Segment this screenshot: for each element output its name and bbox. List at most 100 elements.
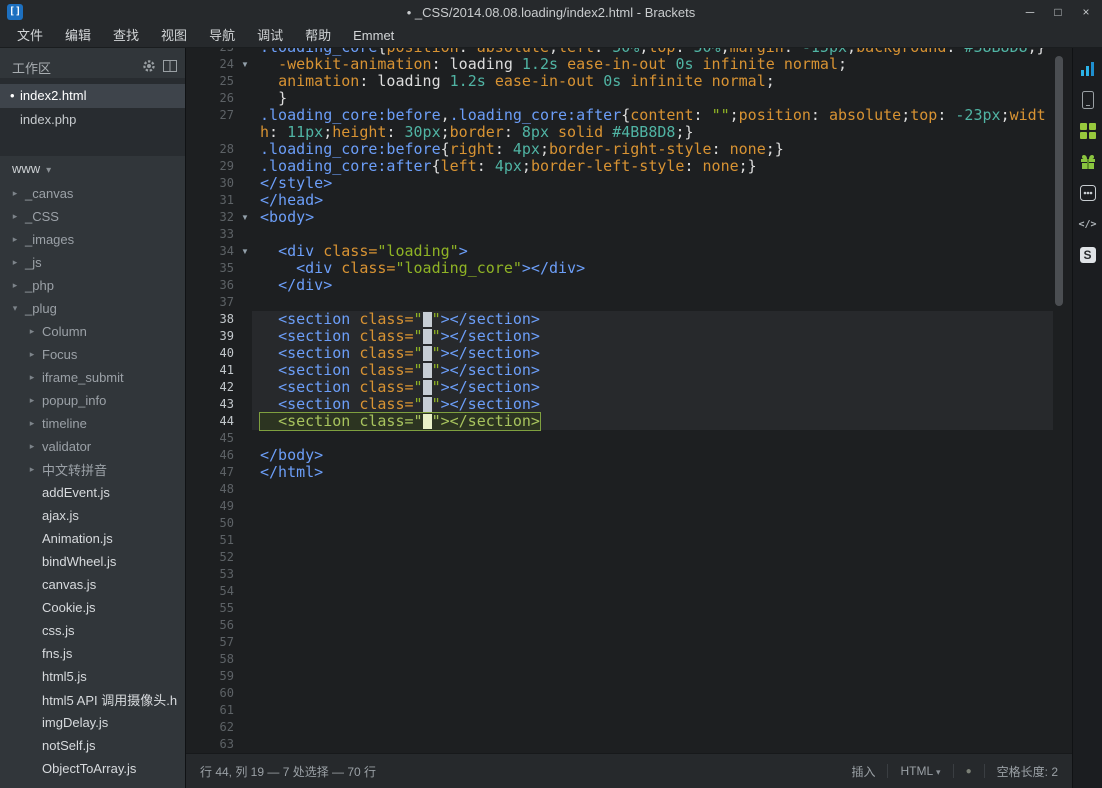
insert-mode-indicator[interactable]: 插入 [851, 763, 875, 780]
code-line[interactable]: 25 animation: loading 1.2s ease-in-out 0… [186, 73, 1072, 90]
code-line[interactable]: 63 [186, 736, 1072, 753]
disclosure-triangle-icon[interactable]: ▸ [27, 418, 37, 429]
code-line[interactable]: 38 <section class=""></section> [186, 311, 1072, 328]
menu-navigate[interactable]: 导航 [198, 24, 246, 48]
code-line[interactable]: 33 [186, 226, 1072, 243]
indent-value[interactable]: 2 [1051, 765, 1058, 779]
code-line[interactable]: 34▼ <div class="loading"> [186, 243, 1072, 260]
tree-folder-item[interactable]: ▸_images [0, 228, 185, 251]
tree-folder-item[interactable]: ▸iframe_submit [0, 366, 185, 389]
code-line[interactable]: 46</body> [186, 447, 1072, 464]
tree-folder-item[interactable]: ▾_plug [0, 297, 185, 320]
code-line[interactable]: 37 [186, 294, 1072, 311]
tree-file-item[interactable]: ajax.js [0, 504, 185, 527]
menu-debug[interactable]: 调试 [246, 24, 294, 48]
scrollbar-thumb[interactable] [1055, 56, 1063, 306]
menu-help[interactable]: 帮助 [294, 24, 342, 48]
working-file-item[interactable]: index.php [0, 108, 185, 132]
code-tag-icon[interactable]: </> [1079, 215, 1097, 233]
menu-find[interactable]: 查找 [102, 24, 150, 48]
code-line[interactable]: 32▼<body> [186, 209, 1072, 226]
tree-file-item[interactable]: ObjectToArray.js [0, 757, 185, 780]
tree-file-item[interactable]: addEvent.js [0, 481, 185, 504]
tree-folder-item[interactable]: ▸_php [0, 274, 185, 297]
tree-folder-item[interactable]: ▸popup_info [0, 389, 185, 412]
disclosure-triangle-icon[interactable]: ▸ [10, 188, 20, 199]
tree-file-item[interactable]: fns.js [0, 642, 185, 665]
tree-file-item[interactable]: Animation.js [0, 527, 185, 550]
chart-icon[interactable] [1079, 60, 1097, 78]
disclosure-triangle-icon[interactable]: ▸ [10, 280, 20, 291]
menu-emmet[interactable]: Emmet [342, 24, 405, 48]
tree-file-item[interactable]: html5.js [0, 665, 185, 688]
code-line[interactable]: 27.loading_core:before,.loading_core:aft… [186, 107, 1072, 141]
minimize-button[interactable]: ─ [1016, 0, 1044, 24]
code-line[interactable]: 45 [186, 430, 1072, 447]
code-line[interactable]: 59 [186, 668, 1072, 685]
menu-edit[interactable]: 编辑 [54, 24, 102, 48]
code-line[interactable]: 43 <section class=""></section> [186, 396, 1072, 413]
tree-folder-item[interactable]: ▸timeline [0, 412, 185, 435]
gift-icon[interactable] [1079, 153, 1097, 171]
tree-folder-item[interactable]: ▸_canvas [0, 182, 185, 205]
close-button[interactable]: × [1072, 0, 1100, 24]
disclosure-triangle-icon[interactable]: ▸ [10, 211, 20, 222]
editor-scrollbar[interactable] [1053, 48, 1065, 753]
code-line[interactable]: 35 <div class="loading_core"></div> [186, 260, 1072, 277]
code-line[interactable]: 26 } [186, 90, 1072, 107]
code-line[interactable]: 58 [186, 651, 1072, 668]
code-line[interactable]: 44 <section class=""></section> [186, 413, 1072, 430]
code-line[interactable]: 24▼ -webkit-animation: loading 1.2s ease… [186, 56, 1072, 73]
code-line[interactable]: 40 <section class=""></section> [186, 345, 1072, 362]
tree-folder-item[interactable]: ▸_CSS [0, 205, 185, 228]
phone-icon[interactable] [1079, 91, 1097, 109]
disclosure-triangle-icon[interactable]: ▸ [27, 349, 37, 360]
fold-arrow-icon[interactable]: ▼ [238, 56, 252, 73]
code-line[interactable]: 50 [186, 515, 1072, 532]
code-line[interactable]: 47</html> [186, 464, 1072, 481]
disclosure-triangle-icon[interactable]: ▸ [10, 234, 20, 245]
disclosure-triangle-icon[interactable]: ▸ [27, 441, 37, 452]
code-line[interactable]: 53 [186, 566, 1072, 583]
code-line[interactable]: 62 [186, 719, 1072, 736]
code-line[interactable]: 57 [186, 634, 1072, 651]
code-line[interactable]: 28.loading_core:before{right: 4px;border… [186, 141, 1072, 158]
project-dropdown[interactable]: www▾ [0, 156, 185, 182]
tree-folder-item[interactable]: ▸Column [0, 320, 185, 343]
fold-arrow-icon[interactable]: ▼ [238, 243, 252, 260]
tree-folder-item[interactable]: ▸validator [0, 435, 185, 458]
package-icon[interactable] [1079, 184, 1097, 202]
extensions-grid-icon[interactable] [1079, 122, 1097, 140]
tree-file-item[interactable]: imgDelay.js [0, 711, 185, 734]
code-line[interactable]: 56 [186, 617, 1072, 634]
tree-file-item[interactable]: Cookie.js [0, 596, 185, 619]
maximize-button[interactable]: □ [1044, 0, 1072, 24]
snippets-icon[interactable]: S [1079, 246, 1097, 264]
code-line[interactable]: 30</style> [186, 175, 1072, 192]
code-line[interactable]: 29.loading_core:after{left: 4px;border-l… [186, 158, 1072, 175]
disclosure-triangle-icon[interactable]: ▸ [10, 257, 20, 268]
code-line[interactable]: 60 [186, 685, 1072, 702]
code-line[interactable]: 51 [186, 532, 1072, 549]
code-line[interactable]: 42 <section class=""></section> [186, 379, 1072, 396]
gear-icon[interactable] [142, 59, 156, 76]
code-editor[interactable]: 23.loading_core{position: absolute;left:… [186, 48, 1072, 753]
code-line[interactable]: 41 <section class=""></section> [186, 362, 1072, 379]
lint-status-icon[interactable]: ● [966, 766, 972, 777]
tree-file-item[interactable]: canvas.js [0, 573, 185, 596]
code-line[interactable]: 31</head> [186, 192, 1072, 209]
tree-file-item[interactable]: bindWheel.js [0, 550, 185, 573]
split-view-icon[interactable] [163, 60, 177, 75]
disclosure-triangle-icon[interactable]: ▾ [10, 303, 20, 314]
tree-folder-item[interactable]: ▸Focus [0, 343, 185, 366]
code-line[interactable]: 49 [186, 498, 1072, 515]
disclosure-triangle-icon[interactable]: ▸ [27, 395, 37, 406]
disclosure-triangle-icon[interactable]: ▸ [27, 326, 37, 337]
working-file-item[interactable]: •index2.html [0, 84, 185, 108]
code-line[interactable]: 36 </div> [186, 277, 1072, 294]
tree-folder-item[interactable]: ▸_js [0, 251, 185, 274]
menu-file[interactable]: 文件 [6, 24, 54, 48]
code-line[interactable]: 54 [186, 583, 1072, 600]
tree-file-item[interactable]: html5 API 调用摄像头.h [0, 688, 185, 711]
code-line[interactable]: 61 [186, 702, 1072, 719]
